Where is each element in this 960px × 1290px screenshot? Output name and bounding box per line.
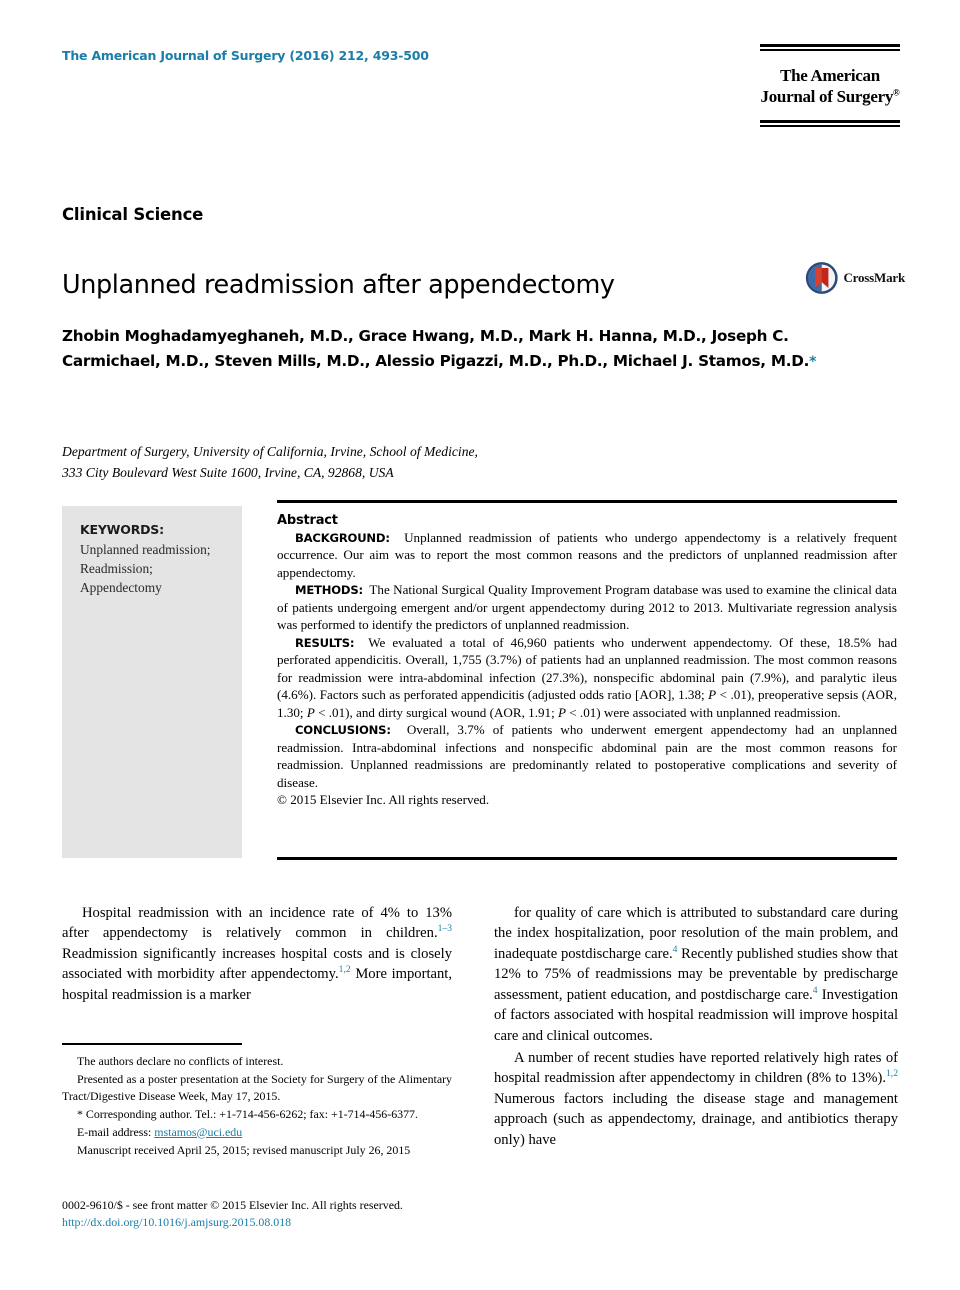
section-label: Clinical Science <box>62 205 204 224</box>
affiliation-line-1: Department of Surgery, University of Cal… <box>62 444 478 459</box>
journal-citation: The American Journal of Surgery (2016) 2… <box>62 48 429 63</box>
author-names: Zhobin Moghadamyeghaneh, M.D., Grace Hwa… <box>62 327 810 370</box>
issn-line: 0002-9610/$ - see front matter © 2015 El… <box>62 1198 403 1212</box>
abstract-heading: Abstract <box>277 513 338 528</box>
p-value-1: P <box>708 687 717 703</box>
article-page: The American Journal of Surgery (2016) 2… <box>0 0 960 1290</box>
doi-link[interactable]: http://dx.doi.org/10.1016/j.amjsurg.2015… <box>62 1215 291 1229</box>
abstract-methods-text: The National Surgical Quality Improvemen… <box>277 582 897 633</box>
page-footer: 0002-9610/$ - see front matter © 2015 El… <box>62 1197 662 1231</box>
journal-logo: The American Journal of Surgery® <box>760 44 900 127</box>
citation-ref-2[interactable]: 1,2 <box>339 964 351 975</box>
body-column-right: for quality of care which is attributed … <box>494 903 898 1152</box>
footnotes-block: The authors declare no conflicts of inte… <box>62 1053 452 1159</box>
abstract-results: RESULTS: We evaluated a total of 46,960 … <box>277 634 897 721</box>
abstract-conclusions-label: CONCLUSIONS: <box>295 723 391 738</box>
keywords-title: KEYWORDS: <box>80 522 164 537</box>
abstract-results-label: RESULTS: <box>295 635 355 650</box>
footnote-presented: Presented as a poster presentation at th… <box>62 1071 452 1103</box>
email-link[interactable]: mstamos@uci.edu <box>154 1125 242 1139</box>
abstract-results-text-d: < .01) were associated with unplanned re… <box>566 704 841 720</box>
citation-ref-5[interactable]: 1,2 <box>886 1069 898 1080</box>
abstract-background-label: BACKGROUND: <box>295 531 390 545</box>
abstract-section: Abstract BACKGROUND: Unplanned readmissi… <box>277 500 897 860</box>
corresponding-author-marker: * <box>809 353 817 370</box>
logo-text: The American Journal of Surgery® <box>760 65 900 108</box>
body-column-left: Hospital readmission with an incidence r… <box>62 903 452 1007</box>
logo-rule-top <box>760 44 900 51</box>
crossmark-label: CrossMark <box>843 270 905 285</box>
affiliation-line-2: 333 City Boulevard West Suite 1600, Irvi… <box>62 464 394 480</box>
citation-ref-1[interactable]: 1–3 <box>438 924 452 935</box>
body-paragraph-1: Hospital readmission with an incidence r… <box>62 903 452 1005</box>
body-text-3b: Numerous factors including the disease s… <box>494 1090 898 1148</box>
p-value-3: P <box>558 704 566 720</box>
affiliation: Department of Surgery, University of Cal… <box>62 442 762 483</box>
abstract-methods-label: METHODS: <box>295 583 363 598</box>
abstract-background: BACKGROUND: Unplanned readmission of pat… <box>277 529 897 581</box>
footnote-manuscript: Manuscript received April 25, 2015; revi… <box>77 1142 411 1157</box>
logo-line-2: Journal of Surgery <box>760 87 894 107</box>
body-text-3a: A number of recent studies have reported… <box>494 1049 898 1087</box>
logo-line-1: The American <box>780 66 880 85</box>
keywords-list: Unplanned readmission; Readmission; Appe… <box>80 542 211 596</box>
abstract-conclusions: CONCLUSIONS: Overall, 3.7% of patients w… <box>277 721 897 791</box>
logo-rule-bottom <box>760 119 900 127</box>
body-paragraph-3: A number of recent studies have reported… <box>494 1048 898 1150</box>
body-paragraph-2: for quality of care which is attributed … <box>494 903 898 1046</box>
crossmark-badge[interactable]: CrossMark <box>805 256 905 300</box>
email-label: E-mail address: <box>77 1124 152 1139</box>
abstract-methods: METHODS: The National Surgical Quality I… <box>277 581 897 633</box>
crossmark-icon <box>805 262 838 294</box>
p-value-2: P <box>306 704 315 720</box>
author-list: Zhobin Moghadamyeghaneh, M.D., Grace Hwa… <box>62 324 842 373</box>
corresponding-text: Corresponding author. Tel.: +1-714-456-6… <box>82 1106 418 1121</box>
abstract-results-text-c: < .01), and dirty surgical wound (AOR, 1… <box>314 704 558 720</box>
footnote-email: E-mail address: mstamos@uci.edu <box>62 1124 452 1141</box>
footnote-conflict: The authors declare no conflicts of inte… <box>77 1054 284 1068</box>
footnote-corresponding: * Corresponding author. Tel.: +1-714-456… <box>62 1106 452 1123</box>
footnote-divider <box>62 1043 242 1045</box>
keywords-box: KEYWORDS: Unplanned readmission; Readmis… <box>62 506 242 858</box>
abstract-copyright: © 2015 Elsevier Inc. All rights reserved… <box>277 792 490 808</box>
page-title: Unplanned readmission after appendectomy <box>62 270 615 301</box>
body-text-1a: Hospital readmission with an incidence r… <box>62 905 452 942</box>
registered-mark: ® <box>893 87 900 98</box>
